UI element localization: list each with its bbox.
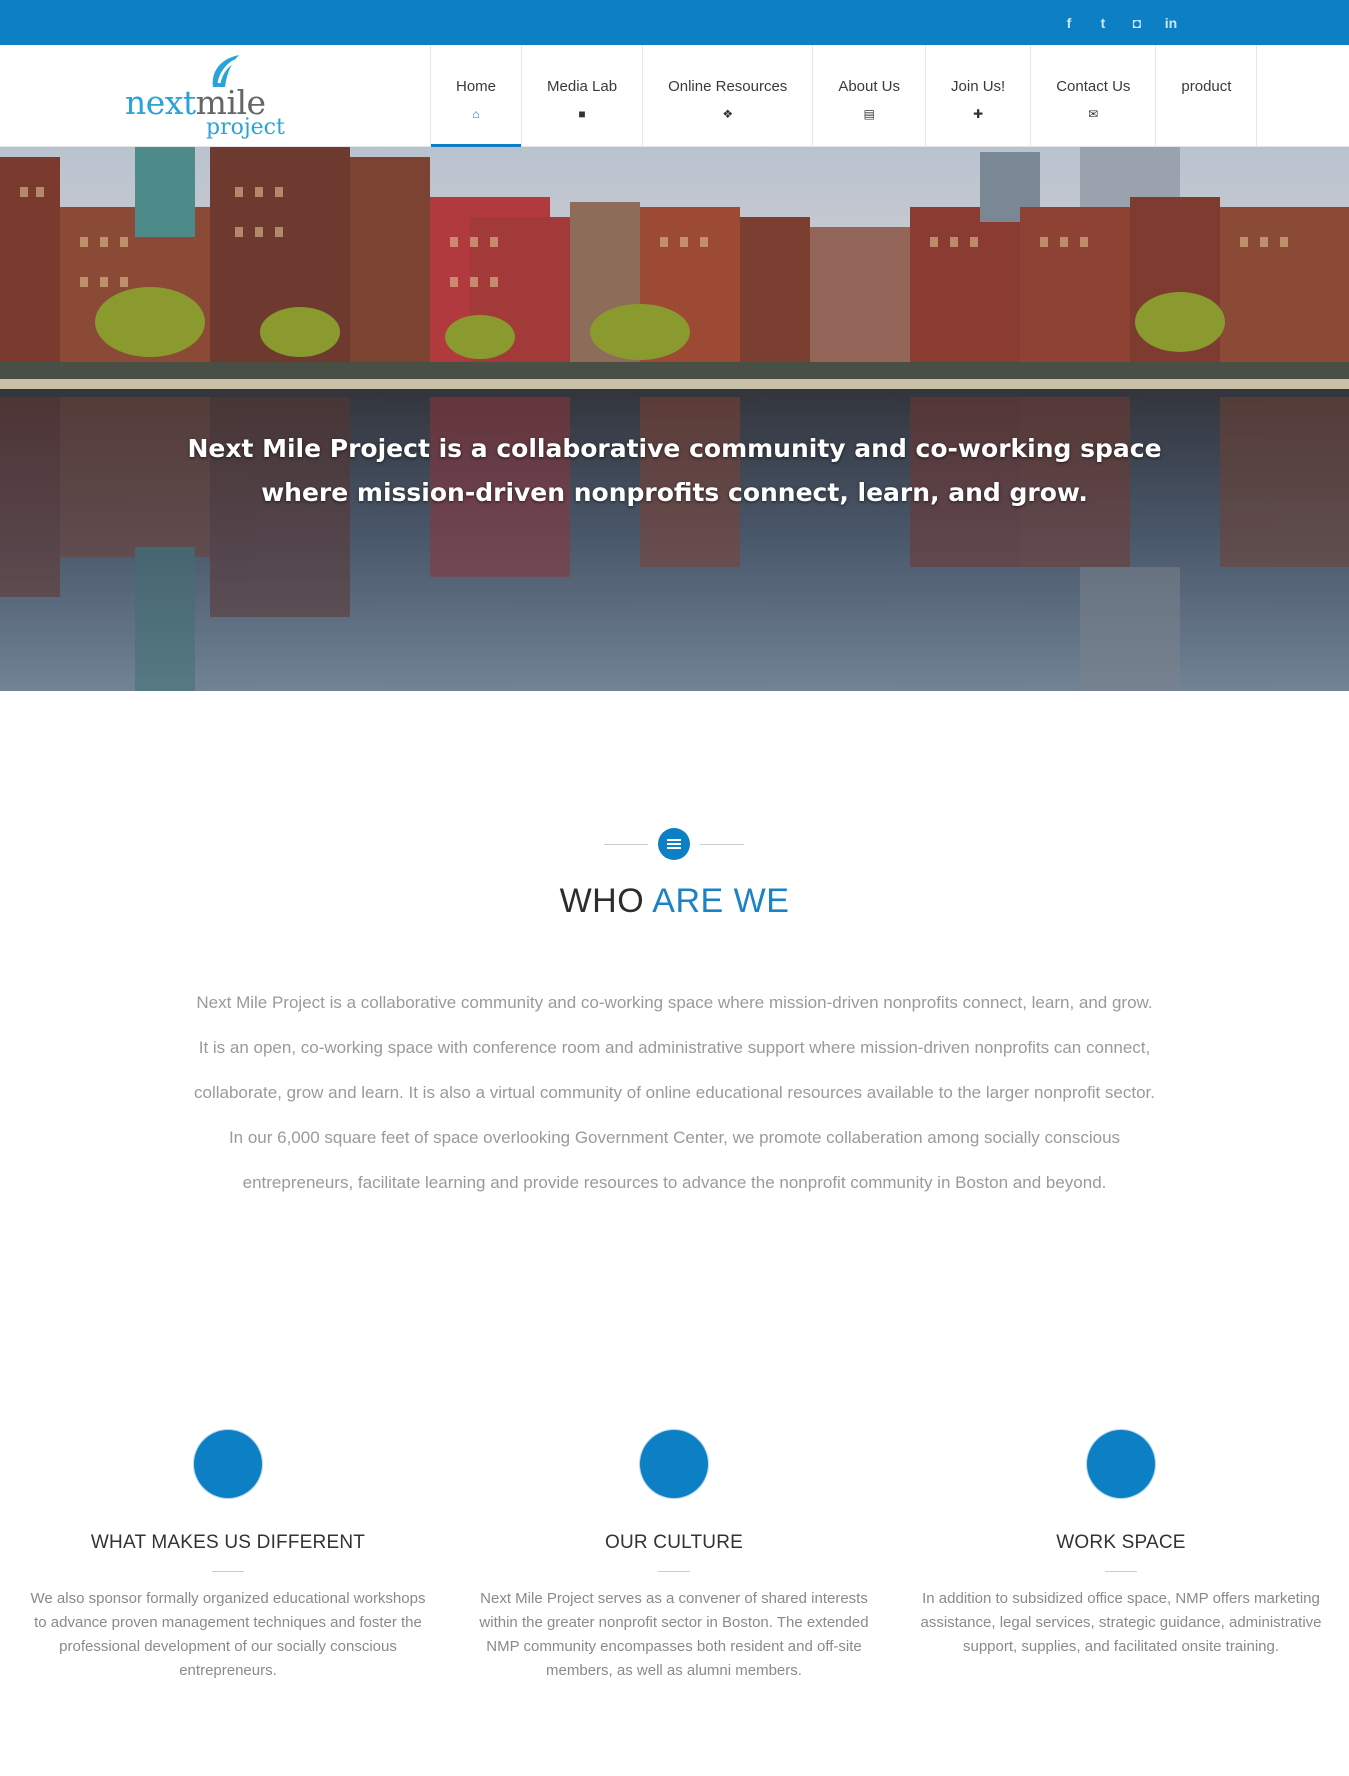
social-links: f t ◘ in [1061,0,1179,45]
who-are-we-heading: WHO ARE WE [0,882,1349,921]
feature-title: OUR CULTURE [604,1532,744,1553]
who-are-we-body: Next Mile Project is a collaborative com… [193,993,1156,1192]
nav-label: product [1181,78,1232,95]
twitter-icon[interactable]: t [1095,15,1111,31]
hero-line-2: where mission-driven nonprofits connect,… [261,478,1088,507]
hero-banner: Next Mile Project is a collaborative com… [0,147,1349,691]
video-camera-icon: ■ [578,107,586,121]
site-logo[interactable]: nextmile project [125,53,285,143]
cubes-icon: ❖ [722,107,734,121]
feature-rule [212,1571,244,1572]
feature-rule [1105,1571,1137,1572]
feature-title: WORK SPACE [1056,1532,1186,1553]
logo-text-project: project [206,115,285,140]
envelope-icon: ✉ [1088,107,1099,121]
feature-circle-icon [194,1430,262,1498]
hero-line-1: Next Mile Project is a collaborative com… [187,434,1162,463]
nav-label: Join Us! [951,78,1006,95]
newspaper-icon: ▤ [863,107,875,121]
divider-line-left [604,844,648,845]
nav-label: Media Lab [547,78,618,95]
top-bar: f t ◘ in [0,0,1349,45]
hero-headline: Next Mile Project is a collaborative com… [150,427,1199,515]
hero-city-image [0,147,1349,691]
feature-rule [658,1571,690,1572]
nav-join-us[interactable]: Join Us! ✚ [926,45,1032,146]
section-divider [604,828,744,860]
nav-product[interactable]: product [1156,45,1258,146]
divider-line-right [700,844,744,845]
facebook-icon[interactable]: f [1061,15,1077,31]
user-plus-icon: ✚ [973,107,984,121]
linkedin-icon[interactable]: in [1163,15,1179,31]
instagram-icon[interactable]: ◘ [1129,15,1145,31]
nav-contact-us[interactable]: Contact Us ✉ [1031,45,1157,146]
features-section: WHAT MAKES US DIFFERENT We also sponsor … [0,1430,1349,1690]
heading-part-2: ARE WE [652,882,790,920]
nav-label: Online Resources [668,78,788,95]
site-header: nextmile project Home ⌂ Media Lab ■ Onli… [0,45,1349,147]
nav-label: Contact Us [1056,78,1131,95]
feature-different: WHAT MAKES US DIFFERENT We also sponsor … [23,1430,433,1683]
nav-about-us[interactable]: About Us ▤ [813,45,927,146]
feature-text: We also sponsor formally organized educa… [30,1590,426,1679]
feature-circle-icon [1087,1430,1155,1498]
nav-media-lab[interactable]: Media Lab ■ [522,45,644,146]
nav-online-resources[interactable]: Online Resources ❖ [643,45,814,146]
feature-text: In addition to subsidized office space, … [920,1590,1322,1655]
nav-label: Home [456,78,497,95]
feature-circle-icon [640,1430,708,1498]
logo-text-next: next [125,83,196,122]
list-icon [658,828,690,860]
feature-culture: OUR CULTURE Next Mile Project serves as … [469,1430,879,1683]
feature-title: WHAT MAKES US DIFFERENT [90,1532,366,1553]
feature-work-space: WORK SPACE In addition to subsidized off… [916,1430,1326,1659]
main-nav: Home ⌂ Media Lab ■ Online Resources ❖ Ab… [430,45,1258,147]
heading-part-1: WHO [559,882,645,920]
nav-label: About Us [838,78,901,95]
home-icon: ⌂ [472,107,480,121]
nav-home[interactable]: Home ⌂ [431,45,523,147]
feature-text: Next Mile Project serves as a convener o… [479,1590,869,1679]
